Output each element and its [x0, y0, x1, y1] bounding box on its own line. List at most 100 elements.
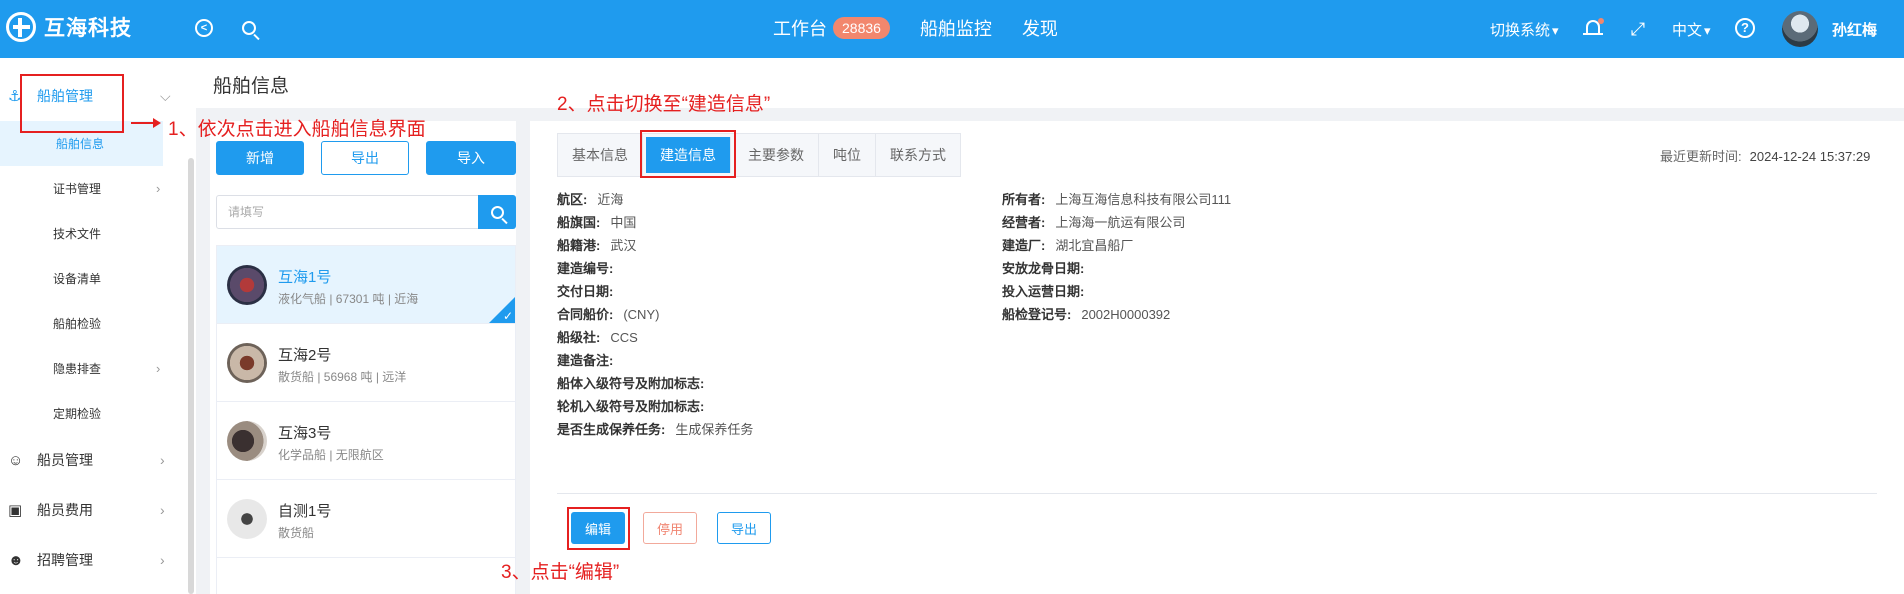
language-dropdown[interactable]: 中文 — [1672, 19, 1711, 40]
annotation-step3: 3、点击“编辑” — [501, 562, 620, 583]
chevron-right-icon: › — [160, 452, 165, 468]
top-nav: 工作台 28836 船舶监控 发现 — [773, 15, 1088, 41]
username[interactable]: 孙红梅 — [1832, 19, 1877, 40]
field-hull-class-notation: 船体入级符号及附加标志: — [557, 376, 705, 391]
sidebar-item-label: 证书管理 — [53, 182, 102, 196]
tab-tonnage[interactable]: 吨位 — [819, 134, 876, 176]
divider — [557, 493, 1877, 494]
annotation-arrow — [131, 118, 161, 128]
import-button[interactable]: 导入 — [426, 141, 516, 175]
field-delivery-date: 交付日期: — [557, 284, 614, 299]
sidebar-item-label: 设备清单 — [53, 272, 102, 286]
last-updated-label: 最近更新时间: — [1660, 149, 1742, 164]
field-flag-state: 船旗国: 中国 — [557, 215, 637, 230]
nav-discover[interactable]: 发现 — [1022, 15, 1058, 41]
sidebar-item-periodic-inspection[interactable]: 定期检验 — [0, 391, 188, 436]
sidebar-group-recruitment[interactable]: ☻ 招聘管理 › — [0, 537, 188, 583]
ship-name: 互海2号 — [278, 347, 332, 364]
sidebar-group-crew-expenses[interactable]: ▣ 船员费用 › — [0, 487, 188, 533]
sidebar-item-label: 隐患排查 — [53, 362, 102, 376]
sidebar-scrollbar[interactable] — [188, 158, 194, 594]
sidebar-item-inspection[interactable]: 船舶检验 — [0, 301, 188, 346]
tab-basic-info[interactable]: 基本信息 — [558, 134, 643, 176]
sidebar-group-crew-management[interactable]: ☺ 船员管理 › — [0, 437, 188, 483]
tab-main-params[interactable]: 主要参数 — [734, 134, 819, 176]
fullscreen-icon[interactable]: ⤢ — [1628, 19, 1648, 39]
page-title: 船舶信息 — [213, 76, 290, 97]
workbench-badge: 28836 — [833, 17, 890, 39]
wallet-icon: ▣ — [8, 502, 23, 519]
sidebar-group-label: 船员费用 — [37, 502, 93, 518]
bell-icon[interactable] — [1583, 18, 1604, 40]
field-port-of-registry: 船籍港: 武汉 — [557, 238, 637, 253]
field-class-society: 船级社: CCS — [557, 330, 638, 345]
annotation-step2: 2、点击切换至“建造信息” — [557, 94, 771, 115]
add-button[interactable]: 新增 — [216, 141, 304, 175]
sidebar-item-tech-docs[interactable]: 技术文件 — [0, 211, 188, 256]
sidebar-item-label: 船舶信息 — [56, 137, 105, 151]
annotation-box-build-info-tab — [640, 130, 736, 178]
ship-thumbnail — [227, 499, 267, 539]
sidebar-item-label: 定期检验 — [53, 407, 102, 421]
sidebar-group-label: 招聘管理 — [37, 552, 93, 568]
search-button[interactable] — [478, 195, 516, 229]
sidebar-item-hazards[interactable]: 隐患排查 › — [0, 346, 188, 391]
nav-ship-monitor[interactable]: 船舶监控 — [920, 15, 992, 41]
sidebar-item-label: 技术文件 — [53, 227, 102, 241]
field-keel-laying-date: 安放龙骨日期: — [1002, 261, 1085, 276]
sidebar-item-equipment[interactable]: 设备清单 — [0, 256, 188, 301]
search-input[interactable]: 请填写 — [216, 195, 480, 229]
ship-list-item[interactable]: 自测1号 散货船 — [217, 480, 515, 558]
annotation-box-ship-management — [20, 74, 124, 133]
nav-workbench-label: 工作台 — [773, 19, 827, 39]
sidebar-item-certificates[interactable]: 证书管理 › — [0, 166, 188, 211]
chevron-right-icon: › — [160, 552, 165, 568]
top-bar: 互海科技 < 工作台 28836 船舶监控 发现 切换系统 ⤢ 中文 ? 孙红梅 — [0, 0, 1904, 58]
nav-workbench[interactable]: 工作台 28836 — [773, 15, 890, 41]
field-operator: 经营者: 上海海一航运有限公司 — [1002, 215, 1186, 230]
help-icon[interactable]: ? — [1735, 18, 1755, 38]
logo-icon — [6, 12, 36, 42]
detail-panel: 基本信息 建造信息 主要参数 吨位 联系方式 最近更新时间: 2024-12-24… — [530, 121, 1904, 594]
field-generate-maintenance: 是否生成保养任务: 生成保养任务 — [557, 422, 754, 437]
field-owner: 所有者: 上海互海信息科技有限公司111 — [1002, 192, 1232, 207]
ship-thumbnail — [227, 343, 267, 383]
last-updated-value: 2024-12-24 15:37:29 — [1749, 149, 1871, 164]
chevron-right-icon: › — [156, 181, 161, 196]
ship-list-item[interactable]: 互海3号 化学品船 | 无限航区 — [217, 402, 515, 480]
ship-list-panel: 新增 导出 导入 请填写 互海1号 液化气船 | 67301 吨 | 近海 ✓ … — [210, 121, 516, 594]
ship-list-item[interactable]: 互海2号 散货船 | 56968 吨 | 远洋 — [217, 324, 515, 402]
ship-meta: 液化气船 | 67301 吨 | 近海 — [278, 292, 419, 306]
search-icon — [490, 205, 504, 219]
ship-list-item[interactable]: 互海1号 液化气船 | 67301 吨 | 近海 ✓ — [217, 246, 515, 324]
user-icon: ☺ — [8, 451, 24, 469]
avatar[interactable] — [1782, 11, 1818, 47]
annotation-step1: 1、依次点击进入船舶信息界面 — [168, 119, 426, 140]
chevron-down-icon: ⌵ — [160, 87, 171, 104]
search-icon[interactable] — [238, 17, 260, 39]
ship-thumbnail — [227, 421, 267, 461]
export-list-button[interactable]: 导出 — [321, 141, 409, 175]
field-survey-registration-number: 船检登记号: 2002H0000392 — [1002, 307, 1171, 322]
annotation-box-edit-button — [567, 507, 630, 550]
chevron-right-icon: › — [160, 502, 165, 518]
disable-button[interactable]: 停用 — [643, 512, 697, 544]
field-machinery-class-notation: 轮机入级符号及附加标志: — [557, 399, 705, 414]
app-logo[interactable]: 互海科技 — [6, 12, 132, 42]
page-header: 船舶信息 — [196, 58, 1904, 108]
field-operation-date: 投入运营日期: — [1002, 284, 1085, 299]
back-icon[interactable]: < — [193, 17, 215, 39]
sidebar-group-label: 船员管理 — [37, 452, 93, 468]
ship-name: 互海1号 — [278, 269, 332, 286]
ship-meta: 散货船 | 56968 吨 | 远洋 — [278, 370, 407, 384]
logo-text: 互海科技 — [44, 17, 132, 40]
switch-system-dropdown[interactable]: 切换系统 — [1490, 19, 1559, 40]
export-detail-button[interactable]: 导出 — [717, 512, 771, 544]
ship-list: 互海1号 液化气船 | 67301 吨 | 近海 ✓ 互海2号 散货船 | 56… — [216, 245, 516, 594]
ship-name: 互海3号 — [278, 425, 332, 442]
field-build-remarks: 建造备注: — [557, 353, 614, 368]
ship-meta: 化学品船 | 无限航区 — [278, 448, 384, 462]
tab-contacts[interactable]: 联系方式 — [876, 134, 960, 176]
last-updated: 最近更新时间: 2024-12-24 15:37:29 — [1660, 146, 1870, 165]
check-icon: ✓ — [502, 309, 513, 323]
